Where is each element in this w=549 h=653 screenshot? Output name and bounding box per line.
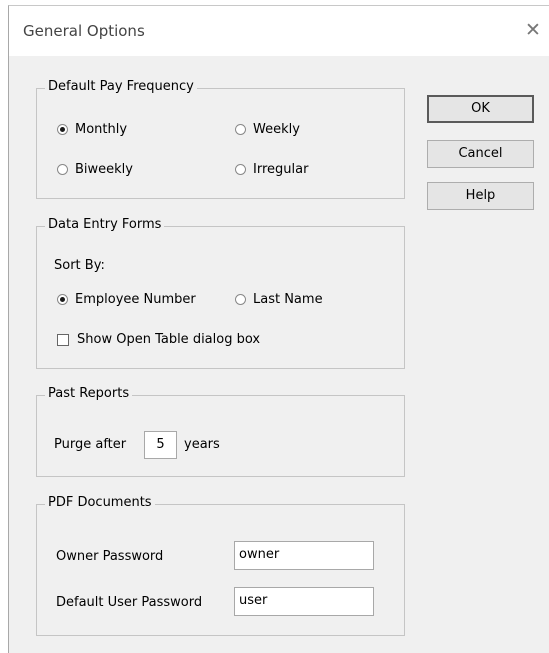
title-bar: General Options ✕ [9, 6, 549, 56]
checkbox-box [57, 333, 69, 346]
purge-after-label: Purge after [54, 437, 127, 452]
data-entry-group: Data Entry Forms Sort By: Employee Numbe… [36, 217, 405, 369]
sort-by-label: Sort By: [54, 258, 105, 273]
radio-monthly[interactable]: Monthly [57, 122, 127, 137]
radio-monthly-indicator [57, 124, 68, 135]
radio-irregular-label: Irregular [253, 162, 309, 177]
user-password-label: Default User Password [56, 595, 203, 610]
pdf-documents-legend: PDF Documents [45, 495, 155, 510]
radio-weekly-indicator [235, 124, 246, 135]
radio-biweekly[interactable]: Biweekly [57, 162, 133, 177]
radio-weekly-label: Weekly [253, 122, 300, 137]
show-open-table-label: Show Open Table dialog box [77, 332, 261, 347]
show-open-table-checkbox[interactable]: Show Open Table dialog box [57, 332, 260, 347]
radio-employee-number[interactable]: Employee Number [57, 292, 196, 307]
purge-years-input[interactable]: 5 [144, 431, 177, 459]
radio-biweekly-indicator [57, 164, 68, 175]
owner-password-input[interactable]: owner [234, 541, 374, 570]
radio-monthly-label: Monthly [75, 122, 128, 137]
pay-frequency-legend: Default Pay Frequency [45, 79, 197, 94]
dialog-title: General Options [23, 22, 145, 40]
radio-last-name-label: Last Name [253, 292, 323, 307]
help-button[interactable]: Help [427, 182, 534, 210]
radio-irregular-indicator [235, 164, 246, 175]
radio-weekly[interactable]: Weekly [235, 122, 300, 137]
radio-biweekly-label: Biweekly [75, 162, 133, 177]
radio-employee-number-indicator [57, 294, 68, 305]
ok-button[interactable]: OK [427, 95, 534, 123]
data-entry-legend: Data Entry Forms [45, 217, 165, 232]
past-reports-legend: Past Reports [45, 386, 133, 401]
owner-password-label: Owner Password [56, 549, 164, 564]
radio-employee-number-label: Employee Number [75, 292, 196, 307]
radio-last-name[interactable]: Last Name [235, 292, 323, 307]
pdf-documents-group: PDF Documents Owner Password owner Defau… [36, 495, 405, 636]
close-icon[interactable]: ✕ [522, 20, 544, 42]
user-password-input[interactable]: user [234, 587, 374, 616]
radio-last-name-indicator [235, 294, 246, 305]
general-options-dialog: General Options ✕ Default Pay Frequency … [8, 5, 549, 653]
years-label: years [184, 437, 220, 452]
radio-irregular[interactable]: Irregular [235, 162, 308, 177]
pay-frequency-group: Default Pay Frequency Monthly Weekly Biw… [36, 79, 405, 199]
cancel-button[interactable]: Cancel [427, 140, 534, 168]
past-reports-group: Past Reports Purge after 5 years [36, 386, 405, 477]
